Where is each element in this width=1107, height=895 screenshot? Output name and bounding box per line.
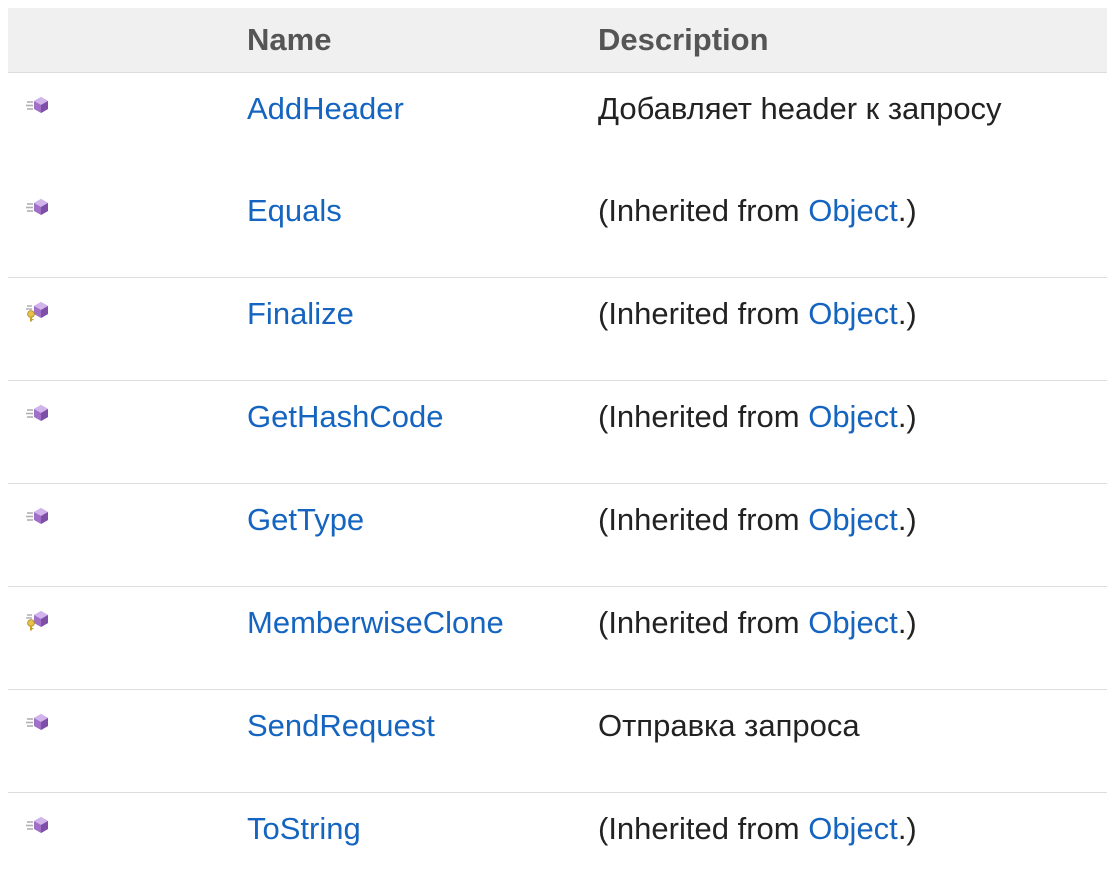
inherited-suffix-text: .) — [898, 296, 917, 331]
table-row: ToString (Inherited from Object.) — [8, 793, 1107, 895]
member-name-link[interactable]: GetType — [247, 502, 364, 537]
inherited-prefix-text: (Inherited from — [598, 811, 808, 846]
member-description-cell: (Inherited from Object.) — [598, 381, 1107, 484]
protected-method-icon — [25, 603, 51, 625]
member-name-cell: GetHashCode — [247, 381, 598, 484]
member-name-cell: Equals — [247, 175, 598, 278]
member-icon-cell — [8, 484, 247, 587]
public-method-icon — [25, 809, 51, 831]
table-row: Equals (Inherited from Object.) — [8, 175, 1107, 278]
member-description-cell: (Inherited from Object.) — [598, 484, 1107, 587]
public-method-icon — [25, 191, 51, 213]
member-name-cell: SendRequest — [247, 690, 598, 793]
member-icon-cell — [8, 690, 247, 793]
member-name-cell: ToString — [247, 793, 598, 895]
inherited-suffix-text: .) — [898, 193, 917, 228]
members-table: Name Description AddHeader Добавляет head… — [8, 8, 1107, 895]
member-icon-cell — [8, 175, 247, 278]
object-link[interactable]: Object — [808, 296, 898, 331]
inherited-prefix-text: (Inherited from — [598, 399, 808, 434]
member-name-link[interactable]: SendRequest — [247, 708, 435, 743]
member-description-text: Добавляет header к запросу — [598, 91, 1002, 126]
member-name-link[interactable]: Equals — [247, 193, 342, 228]
table-row: Finalize (Inherited from Object.) — [8, 278, 1107, 381]
table-header-row: Name Description — [8, 8, 1107, 73]
member-icon-cell — [8, 278, 247, 381]
member-name-link[interactable]: GetHashCode — [247, 399, 443, 434]
member-name-cell: Finalize — [247, 278, 598, 381]
member-description-cell: (Inherited from Object.) — [598, 587, 1107, 690]
table-row: GetType (Inherited from Object.) — [8, 484, 1107, 587]
member-name-link[interactable]: Finalize — [247, 296, 354, 331]
inherited-prefix-text: (Inherited from — [598, 296, 808, 331]
inherited-suffix-text: .) — [898, 502, 917, 537]
member-name-cell: GetType — [247, 484, 598, 587]
table-row: GetHashCode (Inherited from Object.) — [8, 381, 1107, 484]
member-icon-cell — [8, 587, 247, 690]
table-row: AddHeader Добавляет header к запросу — [8, 73, 1107, 176]
public-method-icon — [25, 706, 51, 728]
member-description-cell: Отправка запроса — [598, 690, 1107, 793]
member-description-cell: (Inherited from Object.) — [598, 793, 1107, 895]
inherited-prefix-text: (Inherited from — [598, 502, 808, 537]
public-method-icon — [25, 500, 51, 522]
inherited-prefix-text: (Inherited from — [598, 605, 808, 640]
member-description-cell: (Inherited from Object.) — [598, 175, 1107, 278]
member-description-cell: Добавляет header к запросу — [598, 73, 1107, 176]
member-name-cell: MemberwiseClone — [247, 587, 598, 690]
object-link[interactable]: Object — [808, 399, 898, 434]
member-name-cell: AddHeader — [247, 73, 598, 176]
member-icon-cell — [8, 793, 247, 895]
name-column-header: Name — [247, 8, 598, 73]
member-icon-cell — [8, 73, 247, 176]
inherited-suffix-text: .) — [898, 811, 917, 846]
description-column-header: Description — [598, 8, 1107, 73]
member-icon-cell — [8, 381, 247, 484]
member-name-link[interactable]: AddHeader — [247, 91, 404, 126]
icon-column-header — [8, 8, 247, 73]
object-link[interactable]: Object — [808, 811, 898, 846]
object-link[interactable]: Object — [808, 502, 898, 537]
inherited-prefix-text: (Inherited from — [598, 193, 808, 228]
public-method-icon — [25, 397, 51, 419]
table-row: SendRequest Отправка запроса — [8, 690, 1107, 793]
inherited-suffix-text: .) — [898, 399, 917, 434]
protected-method-icon — [25, 294, 51, 316]
object-link[interactable]: Object — [808, 193, 898, 228]
member-description-text: Отправка запроса — [598, 708, 860, 743]
table-row: MemberwiseClone (Inherited from Object.) — [8, 587, 1107, 690]
member-name-link[interactable]: MemberwiseClone — [247, 605, 504, 640]
member-description-cell: (Inherited from Object.) — [598, 278, 1107, 381]
public-method-icon — [25, 89, 51, 111]
inherited-suffix-text: .) — [898, 605, 917, 640]
member-name-link[interactable]: ToString — [247, 811, 361, 846]
object-link[interactable]: Object — [808, 605, 898, 640]
